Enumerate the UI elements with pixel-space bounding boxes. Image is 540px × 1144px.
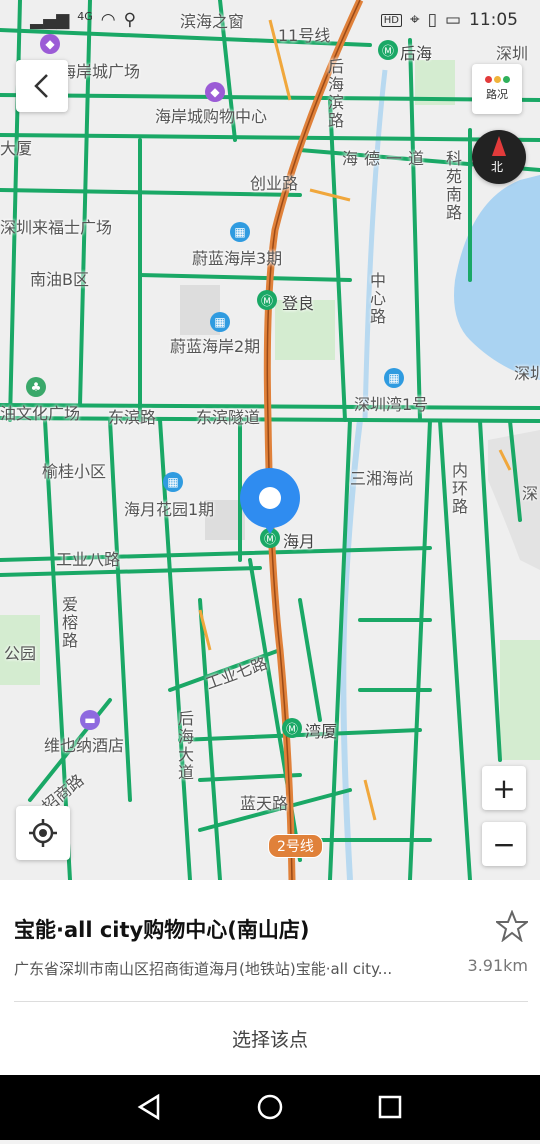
map-label: 内环路 (449, 462, 468, 516)
building-icon[interactable]: ▦ (230, 222, 250, 242)
map-label: 海月花园1期 (124, 500, 215, 519)
map-label: 后海 (400, 44, 433, 63)
clock: 11:05 (469, 10, 518, 30)
zoom-in-button[interactable]: + (482, 766, 526, 810)
map-label: 维也纳酒店 (44, 736, 125, 755)
map-label: 南油B区 (30, 270, 89, 289)
back-button[interactable] (16, 60, 68, 112)
map-label: 深圳湾1号 (354, 395, 429, 414)
map-label: 榆桂小区 (42, 462, 107, 481)
vibrate-icon: ▯ (427, 10, 437, 30)
map-label: 深圳 (496, 44, 529, 63)
map-label: 深圳 (514, 364, 540, 383)
usb-icon: ⚲ (123, 10, 137, 30)
chevron-left-icon (34, 74, 48, 98)
map-label: 东滨隧道 (196, 408, 261, 427)
system-nav-bar (0, 1075, 540, 1140)
nav-back-button[interactable] (130, 1087, 170, 1127)
map-label: 中心路 (367, 272, 386, 326)
building-icon[interactable]: ▦ (210, 312, 230, 332)
hotel-icon[interactable]: ▬ (80, 710, 100, 730)
map-label: 东滨路 (108, 408, 157, 427)
map-label: 深圳来福士广场 (0, 218, 113, 237)
place-distance: 3.91km (467, 956, 528, 975)
map-label: 创业路 (250, 174, 299, 193)
traffic-button[interactable]: 路况 (472, 64, 522, 114)
compass-label: 北 (491, 160, 504, 174)
place-title: 宝能·all city购物中心(南山店) (14, 918, 310, 942)
traffic-light-icon (484, 76, 510, 83)
map-label: 油文化广场 (0, 404, 81, 423)
crosshair-icon (29, 819, 57, 847)
locate-me-button[interactable] (16, 806, 70, 860)
traffic-button-label: 路况 (486, 88, 508, 101)
map-label: 蓝天路 (240, 794, 289, 813)
select-point-button[interactable]: 选择该点 (0, 1002, 540, 1075)
park-icon[interactable]: ♣ (26, 377, 46, 397)
map-label: 蔚蓝海岸2期 (170, 337, 261, 356)
signal-icon: ▂▄▆ (30, 10, 70, 30)
nav-home-button[interactable] (250, 1087, 290, 1127)
place-address: 广东省深圳市南山区招商街道海月(地铁站)宝能·all city... (14, 960, 393, 978)
map-view[interactable]: Ⓜ Ⓜ Ⓜ Ⓜ ◆ ◆ ▦ ▦ ▦ ▦ ♣ ▬ 滨海之窗 11号线 后海 深圳 … (0, 0, 540, 880)
map-label: 湾厦 (305, 722, 338, 741)
location-pin-icon[interactable] (240, 468, 300, 534)
wifi-icon: ◠ (100, 10, 116, 30)
map-label: 蔚蓝海岸3期 (192, 249, 283, 268)
star-icon (494, 909, 530, 943)
map-label: 登良 (282, 294, 315, 313)
map-label: 海岸城购物中心 (155, 107, 268, 126)
shopping-icon[interactable]: ◆ (205, 82, 225, 102)
metro-station-icon[interactable]: Ⓜ (282, 718, 302, 738)
building-icon[interactable]: ▦ (163, 472, 183, 492)
map-label: 海月 (283, 532, 316, 551)
metro-station-icon[interactable]: Ⓜ (378, 40, 398, 60)
metro-line-badge: 2号线 (268, 834, 323, 858)
signal-text: 4G (77, 10, 93, 23)
map-label: 深 (522, 484, 539, 503)
metro-station-icon[interactable]: Ⓜ (257, 290, 277, 310)
map-label: 大厦 (0, 139, 33, 158)
status-bar: ▂▄▆ 4G ◠ ⚲ HD ⌖ ▯ ▭ 11:05 (0, 0, 540, 40)
favorite-button[interactable] (494, 909, 530, 944)
place-info-panel: 宝能·all city购物中心(南山店) 广东省深圳市南山区招商街道海月(地铁站… (0, 880, 540, 1075)
map-label: 后海滨路 (325, 58, 344, 130)
nav-recents-button[interactable] (370, 1087, 410, 1127)
compass-icon[interactable]: 北 (472, 130, 526, 184)
map-label: 科苑南路 (443, 150, 462, 222)
location-status-icon: ⌖ (410, 10, 420, 30)
map-label: 爱榕路 (59, 596, 78, 650)
hd-badge: HD (380, 13, 402, 27)
zoom-out-button[interactable]: − (482, 822, 526, 866)
building-icon[interactable]: ▦ (384, 368, 404, 388)
map-label: 三湘海尚 (350, 469, 415, 488)
map-label: 海德一道 (342, 149, 431, 168)
battery-icon: ▭ (444, 10, 461, 30)
map-label: 公园 (4, 644, 37, 663)
map-label: 海岸城广场 (60, 62, 141, 81)
map-label: 工业八路 (56, 550, 121, 569)
map-label: 后海大道 (175, 710, 194, 782)
